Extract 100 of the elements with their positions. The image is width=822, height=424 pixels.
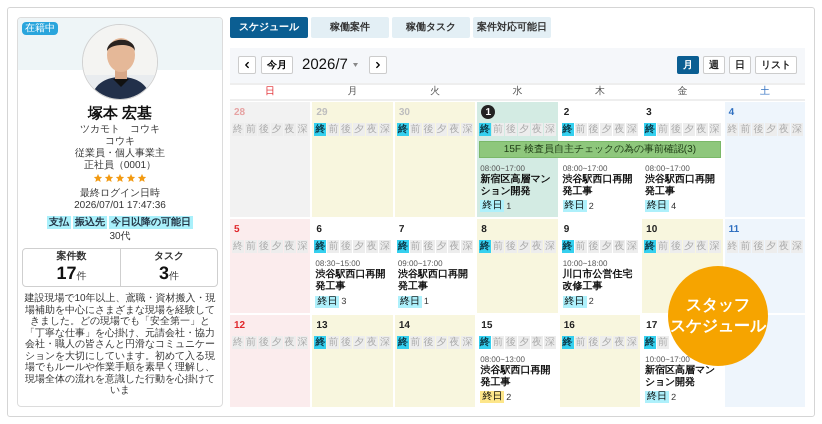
date-number[interactable]: 14 xyxy=(398,318,410,332)
shift-slot[interactable]: 後 xyxy=(505,336,517,348)
shift-slot[interactable]: 前 xyxy=(410,240,422,253)
date-number[interactable]: 12 xyxy=(234,318,246,332)
date-number[interactable]: 3 xyxy=(646,104,652,120)
date-number[interactable]: 6 xyxy=(316,222,322,237)
shift-slot[interactable]: 深 xyxy=(791,122,803,136)
date-number[interactable]: 17 xyxy=(646,318,658,332)
date-number[interactable]: 10 xyxy=(646,222,658,237)
shift-slot[interactable]: 夜 xyxy=(778,240,790,253)
shift-slot[interactable]: 後 xyxy=(340,336,352,348)
shift-slot[interactable]: 後 xyxy=(340,240,352,253)
event-title[interactable]: 新宿区高層マンション開発 xyxy=(480,174,555,198)
date-number[interactable]: 8 xyxy=(481,222,487,237)
shift-slot[interactable]: 深 xyxy=(296,240,308,253)
shift-slot[interactable]: 終 xyxy=(644,240,656,253)
shift-slot[interactable]: 終 xyxy=(314,336,326,348)
shift-slot[interactable]: 後 xyxy=(588,240,600,253)
tab[interactable]: 案件対応可能日 xyxy=(473,17,551,38)
shift-slot[interactable]: 深 xyxy=(461,336,474,348)
shift-slot[interactable]: 終 xyxy=(479,122,492,136)
date-number[interactable]: 7 xyxy=(398,222,404,237)
date-number[interactable]: 16 xyxy=(564,318,575,332)
date-number[interactable]: 29 xyxy=(316,104,328,120)
prev-month-button[interactable] xyxy=(238,56,256,74)
shift-slot[interactable]: 深 xyxy=(791,240,803,253)
tab[interactable]: 稼働案件 xyxy=(311,17,389,38)
shift-slot[interactable]: 前 xyxy=(327,336,340,348)
shift-slot[interactable]: 前 xyxy=(657,240,669,253)
shift-slot[interactable]: 夜 xyxy=(613,122,626,136)
event-title[interactable]: 渋谷駅西口再開発工事 xyxy=(645,174,720,198)
shift-slot[interactable]: 終 xyxy=(479,240,492,253)
shift-slot[interactable]: 夜 xyxy=(778,122,790,136)
caret-icon[interactable] xyxy=(352,63,358,68)
date-number[interactable]: 28 xyxy=(234,104,246,120)
shift-slot[interactable]: 夕 xyxy=(600,336,612,348)
shift-slot[interactable]: 深 xyxy=(378,240,391,253)
shift-slot[interactable]: 終 xyxy=(232,240,244,253)
shift-slot[interactable]: 夕 xyxy=(765,240,778,253)
shift-slot[interactable]: 深 xyxy=(461,240,474,253)
shift-slot[interactable]: 終 xyxy=(314,240,326,253)
next-month-button[interactable] xyxy=(368,56,387,74)
shift-slot[interactable]: 夕 xyxy=(518,122,530,136)
shift-slot[interactable]: 終 xyxy=(232,122,244,136)
shift-slot[interactable]: 前 xyxy=(739,122,752,136)
shift-slot[interactable]: 終 xyxy=(644,336,656,348)
shift-slot[interactable]: 前 xyxy=(574,240,587,253)
date-number[interactable]: 5 xyxy=(234,222,240,237)
shift-slot[interactable]: 前 xyxy=(492,240,504,253)
this-month-button[interactable]: 今月 xyxy=(261,56,293,74)
date-number[interactable]: 30 xyxy=(398,104,410,120)
shift-slot[interactable]: 後 xyxy=(505,240,517,253)
shift-slot[interactable]: 夜 xyxy=(613,240,626,253)
shift-slot[interactable]: 後 xyxy=(422,240,435,253)
shift-slot[interactable]: 夜 xyxy=(448,336,460,348)
shift-slot[interactable]: 後 xyxy=(670,240,682,253)
shift-slot[interactable]: 夜 xyxy=(448,240,460,253)
view-toggle[interactable]: 月 xyxy=(677,56,699,74)
shift-slot[interactable]: 夜 xyxy=(366,240,378,253)
shift-slot[interactable]: 後 xyxy=(258,240,270,253)
tab[interactable]: 稼働タスク xyxy=(392,17,470,38)
event-title[interactable]: 渋谷駅西口再開発工事 xyxy=(398,269,472,293)
shift-slot[interactable]: 後 xyxy=(340,122,352,136)
shift-slot[interactable]: 深 xyxy=(708,240,721,253)
date-number[interactable]: 15 xyxy=(481,318,492,332)
shift-slot[interactable]: 夕 xyxy=(600,122,612,136)
shift-slot[interactable]: 夕 xyxy=(600,240,612,253)
shift-slot[interactable]: 後 xyxy=(505,122,517,136)
date-number[interactable]: 13 xyxy=(316,318,328,332)
shift-slot[interactable]: 終 xyxy=(726,240,738,253)
shift-slot[interactable]: 前 xyxy=(657,122,669,136)
shift-slot[interactable]: 前 xyxy=(739,240,752,253)
shift-slot[interactable]: 夜 xyxy=(613,336,626,348)
shift-slot[interactable]: 深 xyxy=(461,122,474,136)
shift-slot[interactable]: 夕 xyxy=(270,240,283,253)
shift-slot[interactable]: 夜 xyxy=(366,336,378,348)
shift-slot[interactable]: 夜 xyxy=(366,122,378,136)
event-title[interactable]: 渋谷駅西口再開発工事 xyxy=(315,269,390,293)
shift-slot[interactable]: 終 xyxy=(396,240,409,253)
shift-slot[interactable]: 夕 xyxy=(682,240,695,253)
date-number[interactable]: 2 xyxy=(564,104,570,120)
shift-slot[interactable]: 深 xyxy=(626,240,638,253)
shift-slot[interactable]: 終 xyxy=(314,122,326,136)
shift-slot[interactable]: 後 xyxy=(752,122,764,136)
shift-slot[interactable]: 夕 xyxy=(518,240,530,253)
shift-slot[interactable]: 前 xyxy=(327,240,340,253)
shift-slot[interactable]: 前 xyxy=(492,336,504,348)
date-number[interactable]: 11 xyxy=(728,222,740,237)
shift-slot[interactable]: 夕 xyxy=(353,240,366,253)
shift-slot[interactable]: 夕 xyxy=(353,336,366,348)
shift-slot[interactable]: 夕 xyxy=(353,122,366,136)
shift-slot[interactable]: 夕 xyxy=(765,122,778,136)
event-title[interactable]: 川口市公営住宅改修工事 xyxy=(562,269,638,293)
date-number[interactable]: 4 xyxy=(728,104,734,120)
shift-slot[interactable]: 終 xyxy=(562,240,574,253)
view-toggle[interactable]: リスト xyxy=(755,56,797,74)
shift-slot[interactable]: 夜 xyxy=(696,240,708,253)
event-banner[interactable]: 15F 検査員自主チェックの為の事前確認(3) xyxy=(479,140,721,158)
shift-slot[interactable]: 夜 xyxy=(284,240,296,253)
shift-slot[interactable]: 終 xyxy=(479,336,492,348)
